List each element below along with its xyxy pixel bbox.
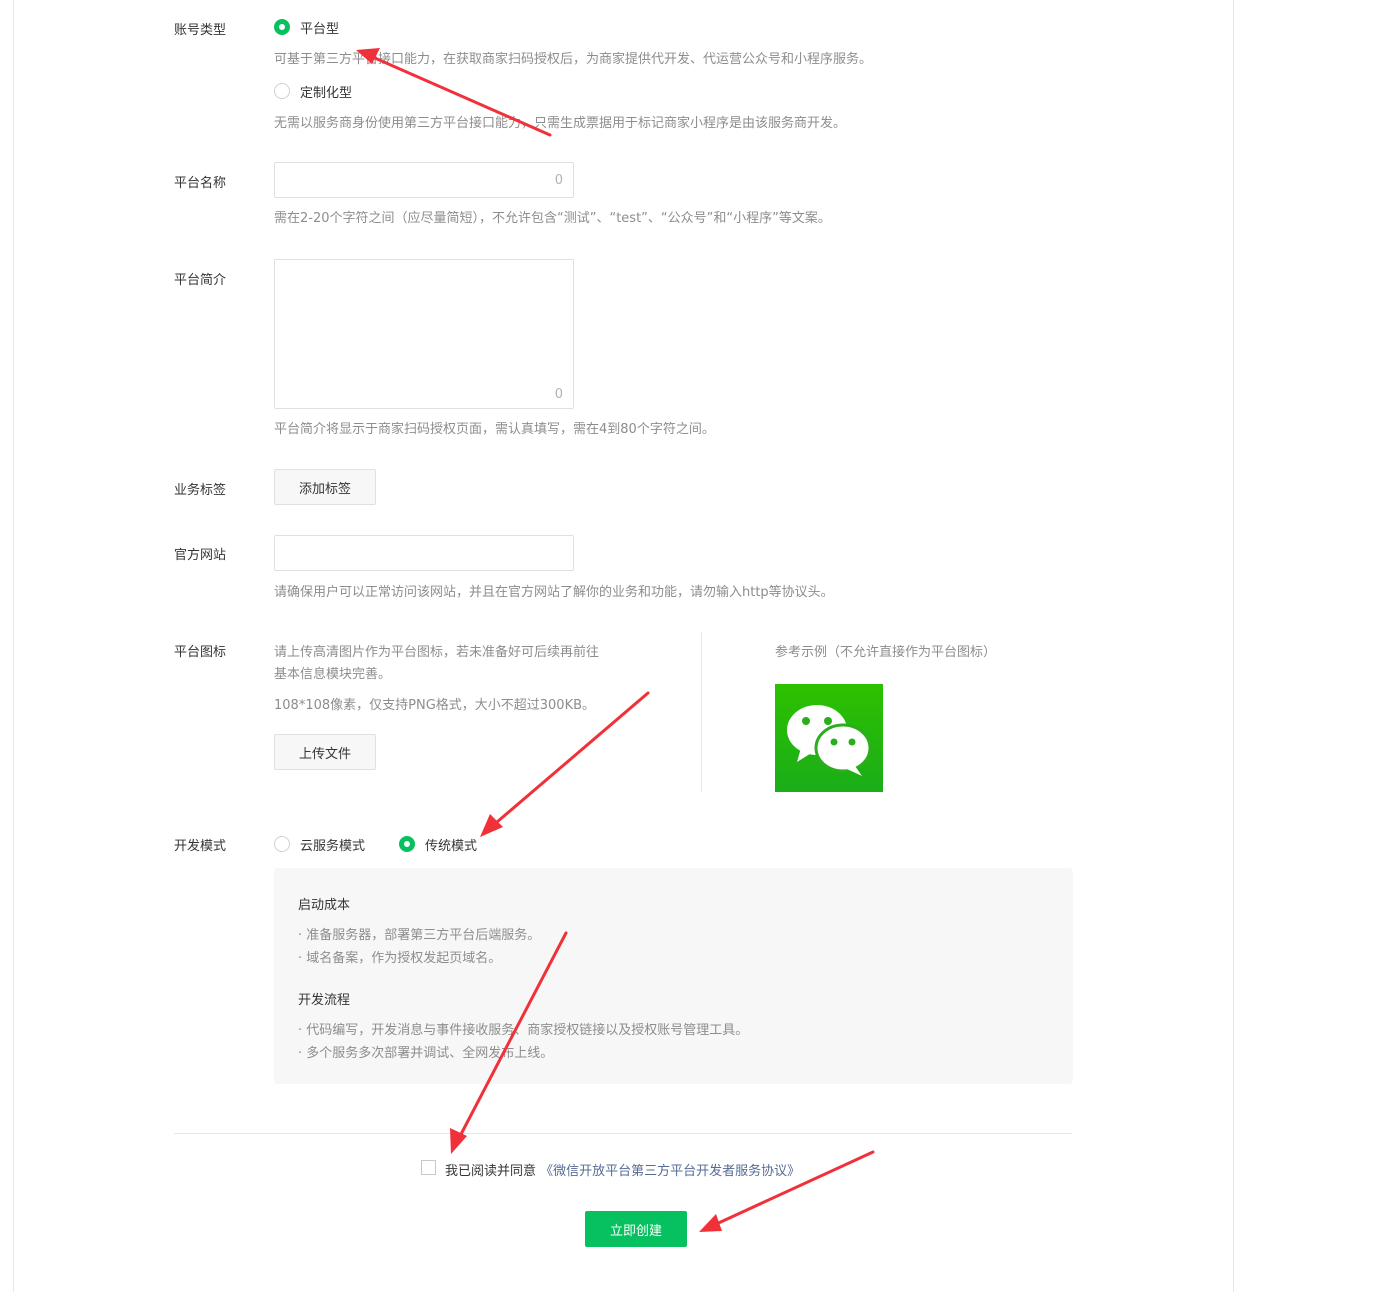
radio-cloud-mode[interactable]: 云服务模式 [274, 834, 365, 854]
dev-mode-info-box: 启动成本 · 准备服务器，部署第三方平台后端服务。 · 域名备案，作为授权发起页… [274, 868, 1073, 1084]
add-tag-button[interactable]: 添加标签 [274, 469, 376, 505]
startup-cost-title: 启动成本 [298, 898, 351, 913]
panel-border-right [1233, 0, 1234, 1292]
footer-divider [174, 1133, 1072, 1134]
radio-platform-type-label: 平台型 [300, 21, 340, 37]
radio-checked-icon [399, 836, 415, 852]
website-input[interactable] [274, 535, 574, 571]
business-tags-label: 业务标签 [174, 483, 227, 498]
platform-type-tip: 可基于第三方平台接口能力，在获取商家扫码授权后，为商家提供代开发、代运营公众号和… [274, 52, 873, 67]
dev-process-title: 开发流程 [298, 993, 351, 1008]
platform-icon-label: 平台图标 [174, 645, 227, 660]
radio-unchecked-icon [274, 83, 290, 99]
platform-icon-tip-line1: 请上传高清图片作为平台图标，若未准备好可后续再前往 [274, 645, 600, 660]
platform-name-input[interactable]: 0 [274, 162, 574, 198]
dev-process-item: · 代码编写，开发消息与事件接收服务、商家授权链接以及授权账号管理工具。 [298, 1023, 749, 1038]
account-type-label: 账号类型 [174, 23, 227, 38]
platform-intro-counter: 0 [554, 387, 563, 402]
website-tip: 请确保用户可以正常访问该网站，并且在官方网站了解你的业务和功能，请勿输入http… [274, 585, 834, 600]
platform-name-tip: 需在2-20个字符之间（应尽量简短），不允许包含“测试”、“test”、“公众号… [274, 211, 831, 226]
agreement-text: 我已阅读并同意 《微信开放平台第三方平台开发者服务协议》 [445, 1160, 800, 1179]
radio-checked-icon [274, 19, 290, 35]
website-label: 官方网站 [174, 548, 227, 563]
example-title: 参考示例（不允许直接作为平台图标） [775, 645, 997, 660]
radio-custom-type[interactable]: 定制化型 [274, 81, 352, 101]
radio-traditional-mode-label: 传统模式 [425, 838, 478, 854]
radio-cloud-mode-label: 云服务模式 [300, 838, 366, 854]
agreement-prefix: 我已阅读并同意 [445, 1164, 537, 1179]
platform-icon-tip-line2: 基本信息模块完善。 [274, 667, 392, 682]
wechat-logo-icon [775, 684, 883, 792]
agree-checkbox[interactable] [421, 1160, 436, 1175]
platform-intro-textarea[interactable]: 0 [274, 259, 574, 409]
upload-file-button[interactable]: 上传文件 [274, 734, 376, 770]
radio-traditional-mode[interactable]: 传统模式 [399, 834, 477, 854]
radio-platform-type[interactable]: 平台型 [274, 17, 339, 37]
dev-mode-label: 开发模式 [174, 839, 227, 854]
startup-cost-item: · 域名备案，作为授权发起页域名。 [298, 951, 502, 966]
radio-custom-type-label: 定制化型 [300, 85, 353, 101]
startup-cost-item: · 准备服务器，部署第三方平台后端服务。 [298, 928, 541, 943]
arrow-to-traditional-mode [480, 691, 650, 837]
platform-intro-label: 平台简介 [174, 273, 227, 288]
dev-process-item: · 多个服务多次部署并调试、全网发布上线。 [298, 1046, 554, 1061]
platform-name-label: 平台名称 [174, 176, 227, 191]
platform-icon-spec: 108*108像素，仅支持PNG格式，大小不超过300KB。 [274, 698, 596, 713]
icon-section-divider [701, 632, 702, 792]
platform-name-counter: 0 [554, 173, 563, 188]
agreement-link[interactable]: 《微信开放平台第三方平台开发者服务协议》 [540, 1164, 800, 1179]
radio-unchecked-icon [274, 836, 290, 852]
create-now-button[interactable]: 立即创建 [585, 1211, 687, 1247]
panel-border-left [13, 0, 14, 1292]
platform-intro-tip: 平台简介将显示于商家扫码授权页面，需认真填写，需在4到80个字符之间。 [274, 422, 715, 437]
custom-type-tip: 无需以服务商身份使用第三方平台接口能力，只需生成票据用于标记商家小程序是由该服务… [274, 116, 847, 131]
